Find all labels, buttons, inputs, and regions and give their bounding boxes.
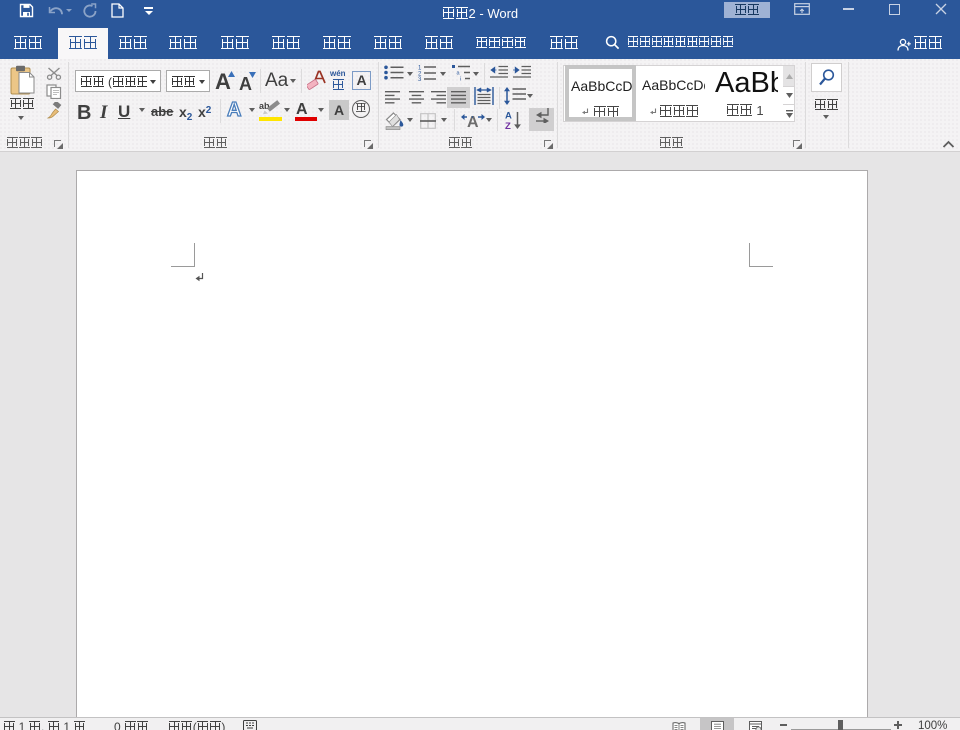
svg-text:3: 3: [418, 77, 422, 82]
svg-text:Z: Z: [505, 121, 511, 130]
svg-text:A: A: [467, 114, 479, 129]
svg-text:A: A: [505, 111, 512, 122]
svg-text:i: i: [460, 77, 461, 82]
